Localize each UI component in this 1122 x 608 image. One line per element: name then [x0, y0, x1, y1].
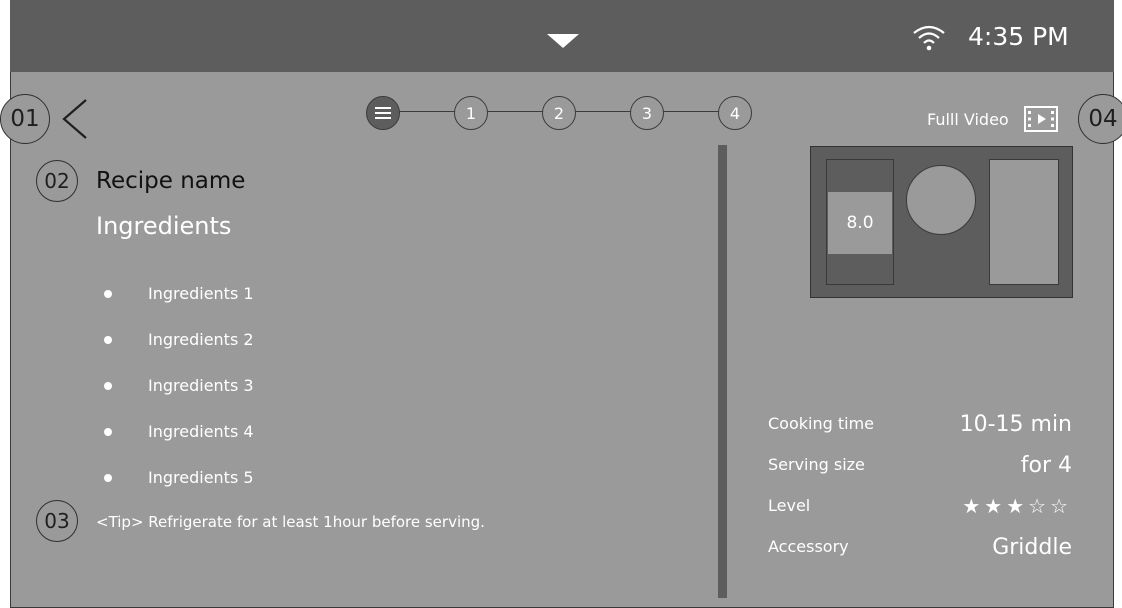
bullet-icon [104, 382, 112, 390]
wifi-icon [913, 25, 945, 51]
annotation-badge-02: 02 [36, 160, 78, 202]
step-list-button[interactable] [366, 96, 400, 130]
annotation-badge-03: 03 [36, 500, 78, 542]
ingredients-list: Ingredients 1 Ingredients 2 Ingredients … [104, 284, 254, 514]
cooktop-diagram: 8.0 [810, 146, 1073, 298]
step-navigator: 1 2 3 4 [366, 96, 760, 130]
level-stars-rating: ★★★☆☆ [962, 494, 1072, 518]
ingredient-label: Ingredients 5 [148, 468, 254, 487]
status-time: 4:35 PM [968, 22, 1069, 51]
annotation-badge-01: 01 [0, 94, 50, 144]
ingredient-item: Ingredients 4 [104, 422, 254, 468]
recipe-name: Recipe name [96, 168, 246, 194]
cooktop-zone-center[interactable] [906, 165, 976, 235]
chevron-down-icon[interactable] [547, 34, 579, 48]
bullet-icon [104, 290, 112, 298]
info-row-serving-size: Serving size for 4 [768, 453, 1072, 494]
serving-size-label: Serving size [768, 455, 865, 474]
scroll-divider[interactable] [718, 145, 727, 598]
ingredient-item: Ingredients 2 [104, 330, 254, 376]
recipe-tip: <Tip> Refrigerate for at least 1hour bef… [96, 513, 485, 531]
accessory-value: Griddle [992, 535, 1072, 560]
accessory-label: Accessory [768, 537, 849, 556]
ingredient-item: Ingredients 1 [104, 284, 254, 330]
info-row-accessory: Accessory Griddle [768, 535, 1072, 576]
zone-left-value: 8.0 [828, 192, 892, 254]
back-chevron-icon[interactable] [58, 98, 92, 140]
cooktop-zone-right[interactable] [989, 159, 1059, 285]
list-icon [375, 107, 391, 119]
full-video-label[interactable]: Fulll Video [927, 110, 1009, 129]
cooking-time-label: Cooking time [768, 414, 874, 433]
step-4-button[interactable]: 4 [718, 96, 752, 130]
bullet-icon [104, 474, 112, 482]
film-play-icon[interactable] [1024, 106, 1058, 132]
bullet-icon [104, 428, 112, 436]
level-label: Level [768, 496, 811, 515]
ingredient-label: Ingredients 1 [148, 284, 254, 303]
step-3-button[interactable]: 3 [630, 96, 664, 130]
ingredient-label: Ingredients 2 [148, 330, 254, 349]
step-2-button[interactable]: 2 [542, 96, 576, 130]
ingredient-label: Ingredients 4 [148, 422, 254, 441]
info-row-level: Level ★★★☆☆ [768, 494, 1072, 535]
ingredients-heading: Ingredients [96, 212, 232, 240]
annotation-badge-04: 04 [1078, 94, 1122, 144]
serving-size-value: for 4 [1020, 453, 1072, 478]
bullet-icon [104, 336, 112, 344]
cooking-time-value: 10-15 min [959, 412, 1072, 437]
ingredient-item: Ingredients 5 [104, 468, 254, 514]
recipe-info-panel: Cooking time 10-15 min Serving size for … [768, 412, 1072, 576]
ingredient-label: Ingredients 3 [148, 376, 254, 395]
info-row-cooking-time: Cooking time 10-15 min [768, 412, 1072, 453]
step-1-button[interactable]: 1 [454, 96, 488, 130]
ingredient-item: Ingredients 3 [104, 376, 254, 422]
